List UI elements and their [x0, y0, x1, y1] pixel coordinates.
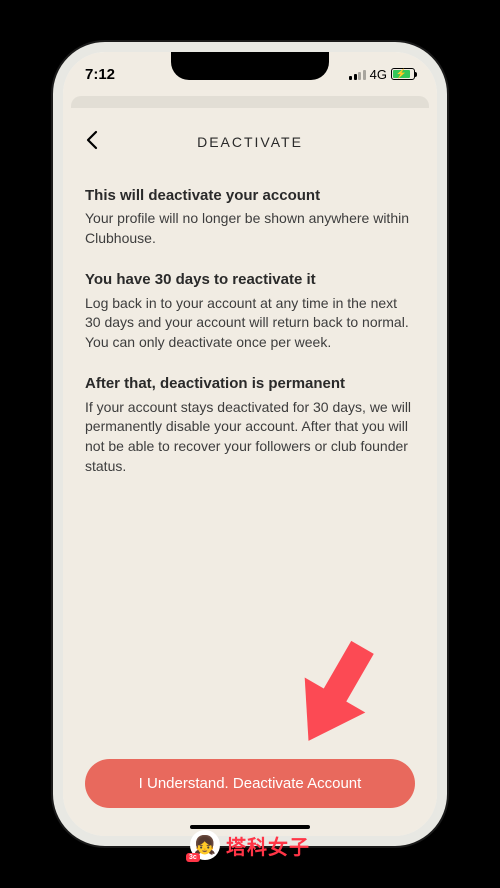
section-body: Log back in to your account at any time …	[85, 294, 415, 353]
info-section: After that, deactivation is permanent If…	[85, 374, 415, 476]
status-time: 7:12	[85, 66, 115, 83]
watermark-text: 塔科女子	[226, 831, 310, 860]
deactivate-button[interactable]: I Understand. Deactivate Account	[85, 759, 415, 808]
info-section: You have 30 days to reactivate it Log ba…	[85, 270, 415, 352]
sheet-handle	[63, 100, 437, 108]
section-heading: This will deactivate your account	[85, 186, 415, 206]
watermark: 👧 3c 塔科女子	[190, 830, 310, 860]
arrow-icon	[280, 630, 390, 760]
section-heading: You have 30 days to reactivate it	[85, 270, 415, 290]
annotation-arrow	[280, 630, 390, 765]
watermark-badge: 3c	[186, 853, 200, 862]
phone-notch	[171, 52, 329, 80]
network-label: 4G	[370, 67, 387, 82]
info-section: This will deactivate your account Your p…	[85, 186, 415, 248]
signal-icon	[349, 69, 366, 80]
section-body: Your profile will no longer be shown any…	[85, 209, 415, 248]
back-button[interactable]	[85, 130, 99, 155]
home-indicator[interactable]	[190, 825, 310, 829]
battery-icon: ⚡	[391, 68, 415, 80]
page-header: DEACTIVATE	[85, 126, 415, 158]
page-title: DEACTIVATE	[85, 134, 415, 150]
status-right: 4G ⚡	[349, 67, 415, 82]
section-heading: After that, deactivation is permanent	[85, 374, 415, 394]
chevron-left-icon	[85, 130, 99, 150]
watermark-avatar: 👧 3c	[190, 830, 220, 860]
section-body: If your account stays deactivated for 30…	[85, 398, 415, 476]
